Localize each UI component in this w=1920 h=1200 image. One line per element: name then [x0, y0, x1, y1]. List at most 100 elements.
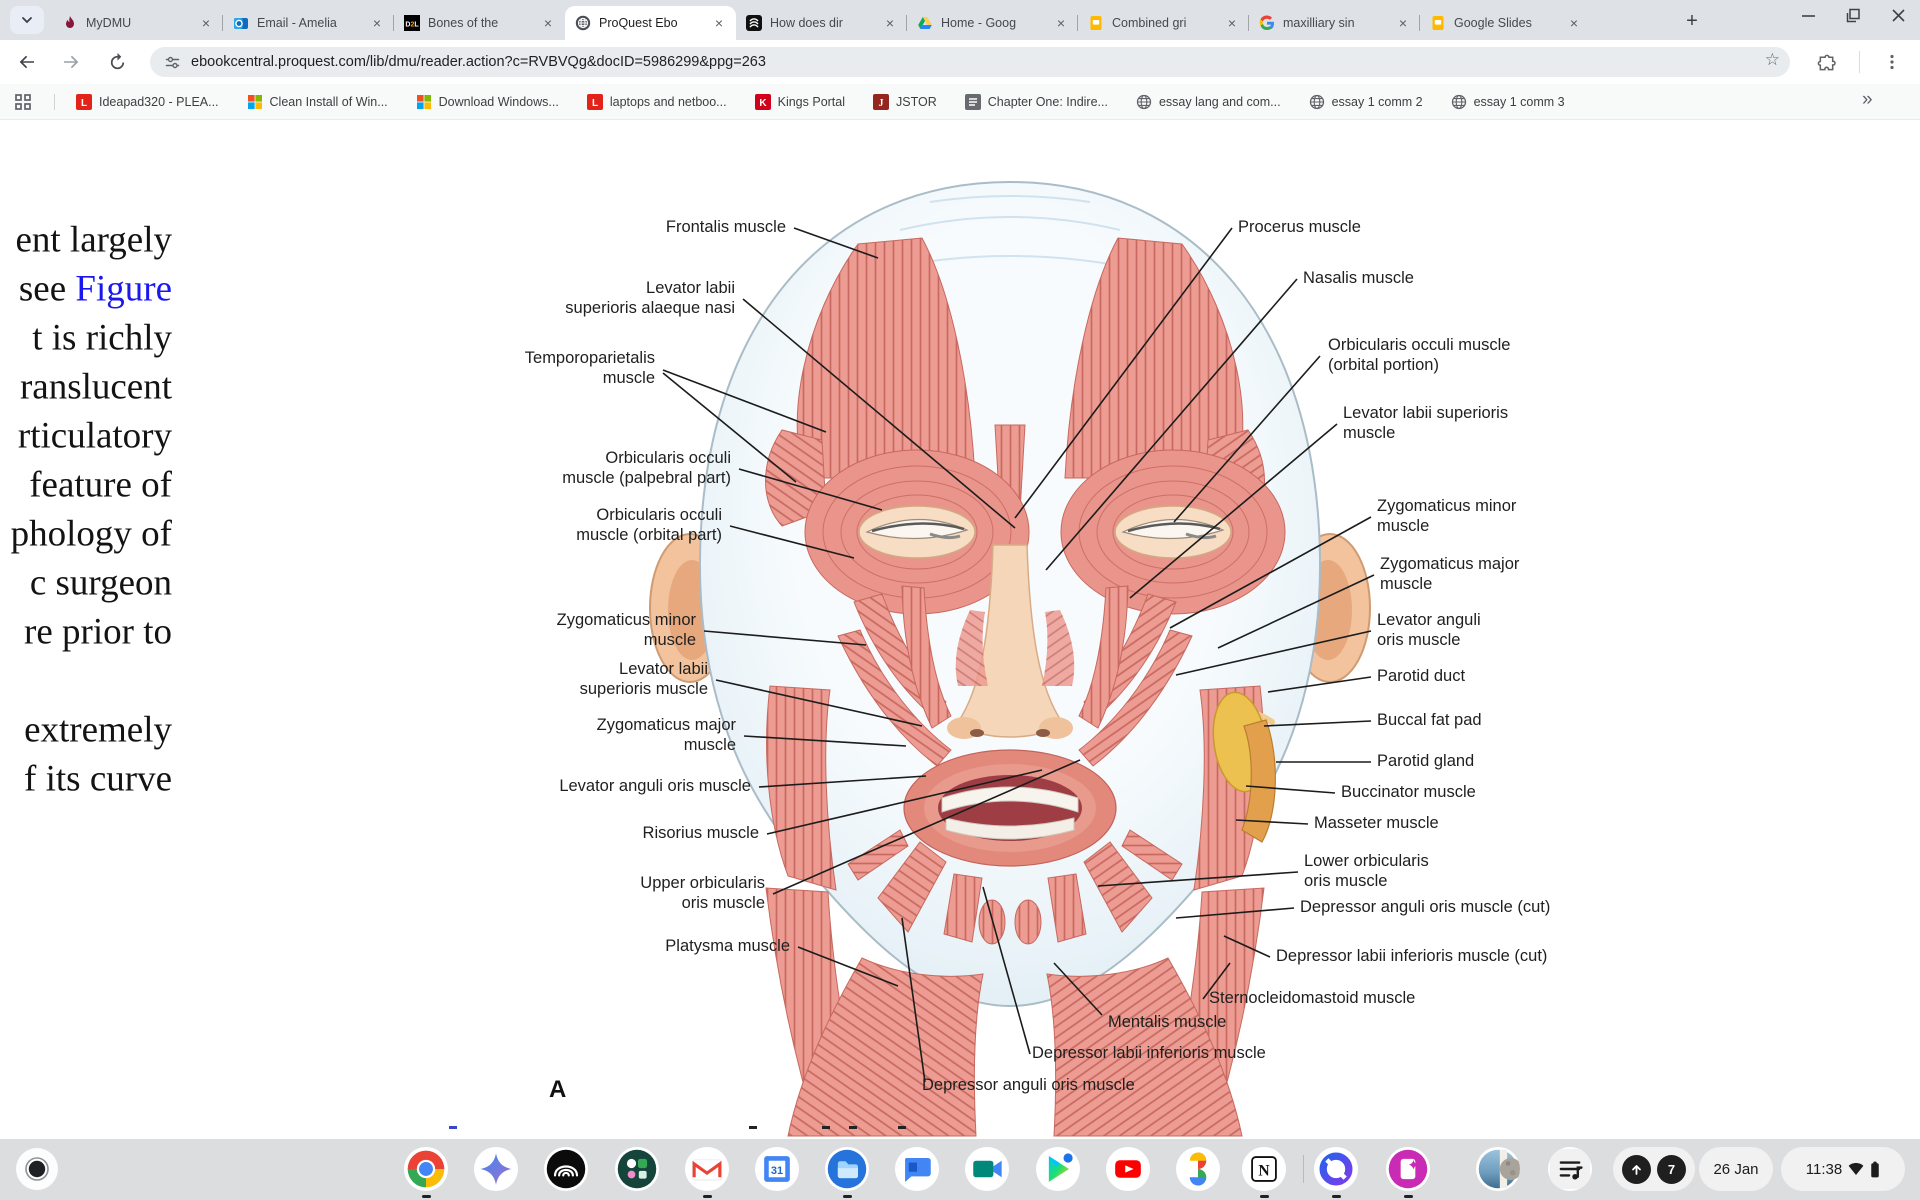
chrome-app-button[interactable] — [404, 1147, 448, 1191]
gallery-sparkle-app-button[interactable] — [1386, 1147, 1430, 1191]
tab-title: How does dir — [770, 16, 881, 30]
jstor-icon: J — [873, 94, 889, 110]
update-icon[interactable] — [1622, 1155, 1651, 1184]
tab-close-icon[interactable]: × — [1052, 14, 1070, 32]
tab-title: ProQuest Ebo — [599, 16, 710, 30]
playlist-app-button[interactable] — [1548, 1147, 1592, 1191]
bookmark-item-3[interactable]: Download Windows... — [416, 94, 559, 110]
bookmark-label: essay 1 comm 2 — [1332, 95, 1423, 109]
tab-search-button[interactable] — [10, 6, 44, 34]
notion-icon: N — [1242, 1147, 1286, 1191]
bookmark-label: Clean Install of Win... — [270, 95, 388, 109]
shelf-divider — [1303, 1155, 1304, 1183]
screenshot-thumbnail-icon — [1476, 1147, 1520, 1191]
diagram-label-l-4: Levator labii superioris muscle — [1343, 404, 1508, 444]
chat-app-button[interactable] — [895, 1147, 939, 1191]
tab-close-icon[interactable]: × — [710, 14, 728, 32]
address-bar[interactable]: ebookcentral.proquest.com/lib/dmu/reader… — [150, 47, 1790, 77]
tab-6[interactable]: Home - Goog× — [907, 6, 1078, 40]
browser-menu-button[interactable] — [1875, 45, 1909, 79]
tab-title: Email - Amelia — [257, 16, 368, 30]
status-tray[interactable]: 11:38 — [1781, 1147, 1905, 1191]
notification-count-badge[interactable]: 7 — [1657, 1155, 1686, 1184]
tab-close-icon[interactable]: × — [881, 14, 899, 32]
audio-arcs-app-button[interactable] — [544, 1147, 588, 1191]
caption-fragment-mark — [849, 1126, 857, 1129]
tab-1[interactable]: MyDMU× — [52, 6, 223, 40]
apps-grid-button[interactable] — [14, 93, 32, 116]
bookmark-item-8[interactable]: essay lang and com... — [1136, 94, 1281, 110]
tab-7[interactable]: Combined gri× — [1078, 6, 1249, 40]
notifications-pill[interactable]: 7 — [1613, 1147, 1695, 1191]
youtube-app-button[interactable] — [1106, 1147, 1150, 1191]
tab-title: Bones of the — [428, 16, 539, 30]
puzzle-icon — [1817, 53, 1836, 72]
page-text-line: rticulatory — [18, 415, 172, 458]
bookmark-label: laptops and netboo... — [610, 95, 727, 109]
site-settings-icon[interactable] — [164, 54, 181, 71]
tab-9[interactable]: Google Slides× — [1420, 6, 1591, 40]
tab-8[interactable]: maxilliary sin× — [1249, 6, 1420, 40]
notion-app-button[interactable]: N — [1242, 1147, 1286, 1191]
bookmark-item-2[interactable]: Clean Install of Win... — [247, 94, 388, 110]
tab-4[interactable]: ProQuest Ebo× — [565, 6, 736, 40]
play-store-app-button[interactable] — [1036, 1147, 1080, 1191]
bookmark-item-5[interactable]: KKings Portal — [755, 94, 845, 110]
tab-close-icon[interactable]: × — [539, 14, 557, 32]
tab-strip: MyDMU×Email - Amelia×D2LBones of the×Pro… — [0, 0, 1920, 40]
copilot-app-button[interactable] — [1314, 1147, 1358, 1191]
diagram-label-l-16: Sternocleidomastoid muscle — [1209, 989, 1415, 1009]
close-icon[interactable] — [1891, 8, 1906, 23]
tab-list: MyDMU×Email - Amelia×D2LBones of the×Pro… — [52, 6, 1591, 40]
tab-close-icon[interactable]: × — [368, 14, 386, 32]
bookmark-item-7[interactable]: Chapter One: Indire... — [965, 94, 1108, 110]
new-tab-button[interactable]: + — [1678, 8, 1706, 36]
launcher-button[interactable] — [16, 1148, 58, 1190]
tab-close-icon[interactable]: × — [1223, 14, 1241, 32]
tab-close-icon[interactable]: × — [1565, 14, 1583, 32]
bookmark-item-10[interactable]: essay 1 comm 3 — [1451, 94, 1565, 110]
diagram-label-l-1: Procerus muscle — [1238, 218, 1361, 238]
calendar-app-button[interactable]: 31 — [755, 1147, 799, 1191]
tab-5[interactable]: How does dir× — [736, 6, 907, 40]
bookmark-item-9[interactable]: essay 1 comm 2 — [1309, 94, 1423, 110]
gemini-app-button[interactable] — [474, 1147, 518, 1191]
diagram-label-l-9: Buccal fat pad — [1377, 711, 1482, 731]
tab-title: Home - Goog — [941, 16, 1052, 30]
meet-app-button[interactable] — [965, 1147, 1009, 1191]
diagram-label-l-2: Nasalis muscle — [1303, 269, 1414, 289]
url-text[interactable]: ebookcentral.proquest.com/lib/dmu/reader… — [191, 54, 766, 70]
globe-dark-icon — [575, 15, 591, 31]
bookmark-item-6[interactable]: JJSTOR — [873, 94, 937, 110]
extensions-button[interactable] — [1809, 45, 1843, 79]
app-grid-green-app-button[interactable] — [615, 1147, 659, 1191]
lenovo-icon: L — [76, 94, 92, 110]
bookmark-item-4[interactable]: Llaptops and netboo... — [587, 94, 727, 110]
files-app-button[interactable] — [825, 1147, 869, 1191]
page-text-line: ranslucent — [20, 366, 172, 409]
diagram-label-l-11: Buccinator muscle — [1341, 783, 1476, 803]
bookmark-star-icon[interactable]: ☆ — [1765, 50, 1780, 70]
gmail-app-button[interactable] — [685, 1147, 729, 1191]
screenshot-thumbnail-app-button[interactable] — [1476, 1147, 1520, 1191]
tab-2[interactable]: Email - Amelia× — [223, 6, 394, 40]
reload-button[interactable] — [100, 45, 134, 79]
diagram-label-r-3: Temporoparietalis muscle — [525, 349, 655, 389]
minimize-icon[interactable] — [1801, 8, 1816, 23]
photos-app-button[interactable] — [1176, 1147, 1220, 1191]
bookmark-item-1[interactable]: LIdeapad320 - PLEA... — [76, 94, 219, 110]
tab-3[interactable]: D2LBones of the× — [394, 6, 565, 40]
date-pill[interactable]: 26 Jan — [1699, 1147, 1773, 1191]
caption-fragment-mark — [822, 1126, 830, 1129]
tab-close-icon[interactable]: × — [197, 14, 215, 32]
bookmark-label: Chapter One: Indire... — [988, 95, 1108, 109]
restore-icon[interactable] — [1846, 8, 1861, 23]
bookmark-label: essay 1 comm 3 — [1474, 95, 1565, 109]
forward-button[interactable] — [54, 45, 88, 79]
back-button[interactable] — [10, 45, 44, 79]
bookmarks-overflow-button[interactable]: » — [1862, 89, 1873, 111]
globe-icon — [1451, 94, 1467, 110]
figure-link[interactable]: Figure — [75, 269, 172, 310]
diagram-label-l-19: Depressor anguli oris muscle — [922, 1076, 1135, 1096]
tab-close-icon[interactable]: × — [1394, 14, 1412, 32]
